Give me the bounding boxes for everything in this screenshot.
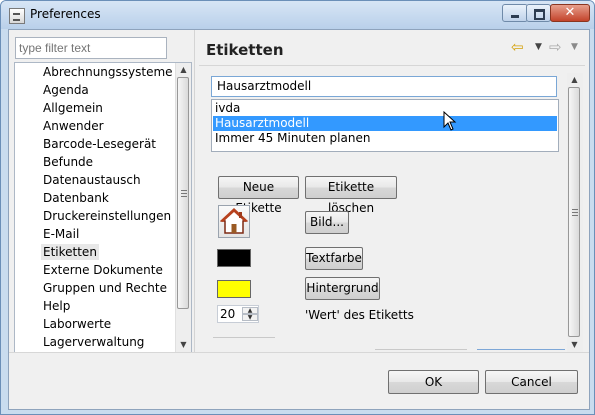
tree-item[interactable]: Abrechnungssysteme	[41, 64, 175, 80]
maximize-button[interactable]	[526, 4, 551, 22]
value-label: 'Wert' des Etiketts	[305, 308, 414, 322]
close-icon: ✕	[564, 5, 576, 20]
preferences-window: Preferences ✕ Abrechnungssysteme Agenda Al…	[0, 0, 595, 415]
back-history-dropdown-icon[interactable]: ▼	[535, 42, 542, 52]
spin-down-icon[interactable]: ▼	[242, 314, 258, 321]
spin-up-icon[interactable]: ▲	[242, 307, 258, 314]
list-item-selected[interactable]: Hausarztmodell	[213, 116, 557, 131]
close-button[interactable]: ✕	[550, 4, 590, 22]
window-title: Preferences	[30, 7, 101, 21]
new-label-button[interactable]: Neue Etikette	[218, 176, 299, 215]
page-title: Etiketten	[206, 41, 284, 59]
tree-item[interactable]: Externe Dokumente	[41, 262, 165, 278]
tree-scroll-thumb[interactable]	[177, 77, 189, 309]
ok-button[interactable]: OK	[388, 370, 479, 394]
list-item[interactable]: ivda	[213, 101, 557, 116]
list-item[interactable]: Immer 45 Minuten planen	[213, 131, 557, 146]
value-spinner-text[interactable]: 20	[220, 307, 235, 321]
header-separator	[199, 65, 585, 66]
tree-item[interactable]: Allgemein	[41, 100, 105, 116]
partial-content-edge	[213, 337, 275, 338]
footer-separator	[9, 352, 589, 353]
tree-item[interactable]: E-Mail	[41, 226, 81, 242]
page-scroll-down-icon[interactable]: ▼	[567, 338, 582, 352]
pane-divider[interactable]	[194, 30, 195, 352]
tree-scroll-up-icon[interactable]: ▲	[176, 63, 191, 77]
tree-item[interactable]: Datenbank	[41, 190, 111, 206]
label-image-preview	[218, 205, 250, 238]
page-scrollbar[interactable]: ▲ ▼	[567, 73, 583, 352]
scroll-grip-icon	[181, 190, 187, 197]
tree-item[interactable]: Gruppen und Rechte	[41, 280, 169, 296]
title-bar: Preferences ✕	[1, 1, 594, 29]
text-color-button[interactable]: Textfarbe	[305, 247, 363, 270]
label-list[interactable]: ivda Hausarztmodell Immer 45 Minuten pla…	[211, 99, 559, 152]
forward-history-dropdown-icon[interactable]: ▼	[571, 42, 578, 52]
text-color-swatch	[217, 249, 251, 267]
tree-item[interactable]: Laborwerte	[41, 316, 113, 332]
value-spinner[interactable]: 20 ▲ ▼	[217, 305, 259, 323]
tree-item[interactable]: Druckereinstellungen	[41, 208, 173, 224]
tree-item[interactable]: Etiketten	[41, 244, 99, 260]
tree-item[interactable]: Datenaustausch	[41, 172, 143, 188]
preferences-client-area: Abrechnungssysteme Agenda Allgemein Anwende…	[8, 29, 590, 410]
partial-content-edge	[375, 349, 467, 350]
preferences-icon	[9, 8, 25, 24]
page-scroll-thumb[interactable]	[568, 87, 580, 337]
label-name-field[interactable]: Hausarztmodell	[211, 76, 557, 97]
tree-item[interactable]: Befunde	[41, 154, 95, 170]
tree-item[interactable]: Help	[41, 298, 72, 314]
tree-scrollbar[interactable]: ▲ ▼	[175, 63, 191, 352]
scroll-grip-icon	[572, 209, 578, 216]
tree-item[interactable]: Lagerverwaltung	[41, 334, 146, 350]
image-button[interactable]: Bild...	[305, 211, 349, 234]
tree-item[interactable]: Anwender	[41, 118, 106, 134]
delete-label-button[interactable]: Etikette löschen	[305, 176, 397, 215]
house-icon	[220, 208, 248, 234]
tree-item[interactable]: Agenda	[41, 82, 91, 98]
mouse-cursor-icon	[443, 111, 457, 131]
partial-content-edge	[477, 349, 565, 350]
page-scroll-up-icon[interactable]: ▲	[567, 73, 582, 87]
background-color-swatch	[217, 280, 251, 298]
background-color-button[interactable]: Hintergrund	[305, 277, 380, 300]
back-arrow-icon[interactable]: ⇦	[511, 40, 529, 55]
forward-arrow-icon[interactable]: ⇨	[549, 40, 567, 55]
preferences-tree[interactable]: Abrechnungssysteme Agenda Allgemein Anwende…	[14, 62, 192, 353]
tree-item[interactable]: Barcode-Lesegerät	[41, 136, 158, 152]
tree-scroll-down-icon[interactable]: ▼	[176, 338, 191, 352]
filter-input[interactable]	[15, 37, 167, 59]
minimize-button[interactable]	[502, 4, 528, 22]
cancel-button[interactable]: Cancel	[485, 370, 578, 394]
